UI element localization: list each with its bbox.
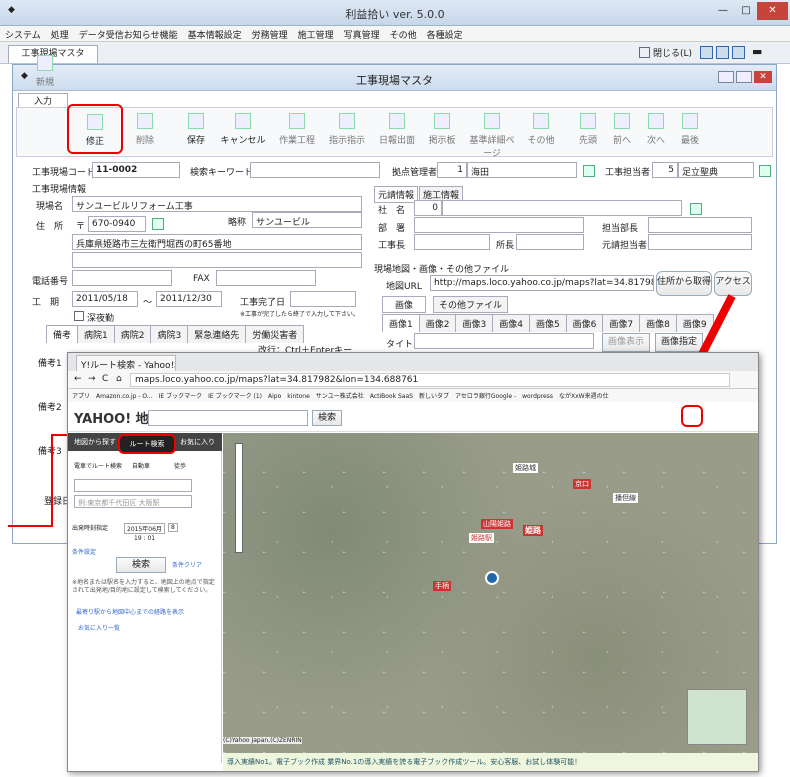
browser-url[interactable]: maps.loco.yahoo.co.jp/maps?lat=34.817982… <box>130 373 730 387</box>
location-pin-icon[interactable] <box>485 571 499 585</box>
bookmark-ie1[interactable]: IE ブックマーク (1) <box>208 393 262 400</box>
date-select[interactable]: 2015年06月 <box>124 523 165 534</box>
tab-map-search[interactable]: 地図から探す <box>74 437 116 447</box>
tab-favorite[interactable]: お気に入り <box>180 437 215 447</box>
ad-footer[interactable]: 導入実績No1。電子ブック作成 業界No.1の導入実績を誇る電子ブック作成ツール… <box>223 753 758 771</box>
browser-tab[interactable]: Y!ルート検索 - Yahoo!地図 <box>76 355 176 371</box>
map-label-sanyo-himeji: 山陽姫路 <box>481 519 513 529</box>
bookmark-sanyu[interactable]: サンユー株式会社 <box>316 393 364 400</box>
back-icon[interactable]: ← <box>74 374 82 384</box>
yahoo-header: YAHOO! 地図 検索 <box>68 402 758 432</box>
tab-route-search[interactable]: ルート検索 <box>118 434 176 454</box>
browser-window: Y!ルート検索 - Yahoo!地図 ← → C ⌂ maps.loco.yah… <box>67 352 759 772</box>
forward-icon[interactable]: → <box>88 374 96 384</box>
bookmark-amazon[interactable]: Amazon.co.jp - O... <box>96 393 153 400</box>
route-note: ※地名または駅名を入力すると、地図上の地点で指定されて出発地/目的地に設定して検… <box>72 579 215 594</box>
map-area[interactable]: 姫路 山陽姫路 姫路駅 手柄 姫路城 京口 播但線 (C)Yahoo Japan… <box>223 433 758 753</box>
bookmarks-bar: アプリ Amazon.co.jp - O... IE ブックマーク IE ブック… <box>68 389 758 402</box>
mode-car[interactable]: 自動車 <box>132 461 150 470</box>
mode-train[interactable]: 電車でルート検索 <box>74 461 122 470</box>
map-copyright: (C)Yahoo Japan,(C)ZENRIN <box>223 737 302 744</box>
nearest-station-link[interactable]: 最寄り駅から地図中心までの経路を表示 <box>76 607 184 616</box>
bookmark-kintone[interactable]: kintone <box>287 393 309 400</box>
map-label-tegara: 手柄 <box>433 581 451 591</box>
print-map-icon[interactable] <box>681 405 703 427</box>
destination-input[interactable]: 例:東京都千代田区 大阪駅 <box>74 495 192 508</box>
browser-addressbar: ← → C ⌂ maps.loco.yahoo.co.jp/maps?lat=3… <box>68 371 758 389</box>
route-search-button[interactable]: 検索 <box>116 557 166 573</box>
map-label-castle: 姫路城 <box>513 463 538 473</box>
map-label-himeji: 姫路 <box>523 525 543 536</box>
map-label-kyoguchi: 京口 <box>573 479 591 489</box>
origin-input[interactable] <box>74 479 192 492</box>
zoom-slider[interactable] <box>235 443 243 553</box>
clear-link[interactable]: 条件クリア <box>172 560 202 569</box>
route-sidebar: 地図から探す ルート検索 お気に入り 電車でルート検索 自動車 徒歩 例:東京都… <box>68 433 222 763</box>
bookmark-wordpress[interactable]: wordpress <box>522 393 553 400</box>
mode-walk[interactable]: 徒歩 <box>174 461 186 470</box>
browser-tabbar: Y!ルート検索 - Yahoo!地図 <box>68 353 758 371</box>
bookmark-google[interactable]: アセロラ銀行Google - <box>455 393 516 400</box>
bookmark-other[interactable]: ながXxW来週の仕 <box>559 393 609 400</box>
overview-map[interactable] <box>687 689 747 745</box>
bookmark-newtab[interactable]: 新しいタブ <box>419 393 449 400</box>
map-label-station: 姫路駅 <box>469 533 494 543</box>
depart-label: 出発時刻指定 <box>72 525 109 532</box>
map-search-input[interactable] <box>148 410 308 426</box>
map-label-bantan: 播但線 <box>613 493 638 503</box>
day-select[interactable]: 8 <box>168 523 178 532</box>
favorites-link[interactable]: お気に入り一覧 <box>78 623 120 632</box>
reload-icon[interactable]: C <box>102 374 108 384</box>
time-select[interactable]: 19 : 01 <box>134 535 155 542</box>
bookmark-actibook[interactable]: ActiBook SaaS <box>370 393 413 400</box>
map-search-button[interactable]: 検索 <box>312 410 342 426</box>
bookmark-apps[interactable]: アプリ <box>72 393 90 400</box>
home-icon[interactable]: ⌂ <box>116 374 122 384</box>
bookmark-ie[interactable]: IE ブックマーク <box>159 393 202 400</box>
condition-link[interactable]: 条件設定 <box>72 547 96 556</box>
bookmark-aipo[interactable]: Aipo <box>268 393 281 400</box>
